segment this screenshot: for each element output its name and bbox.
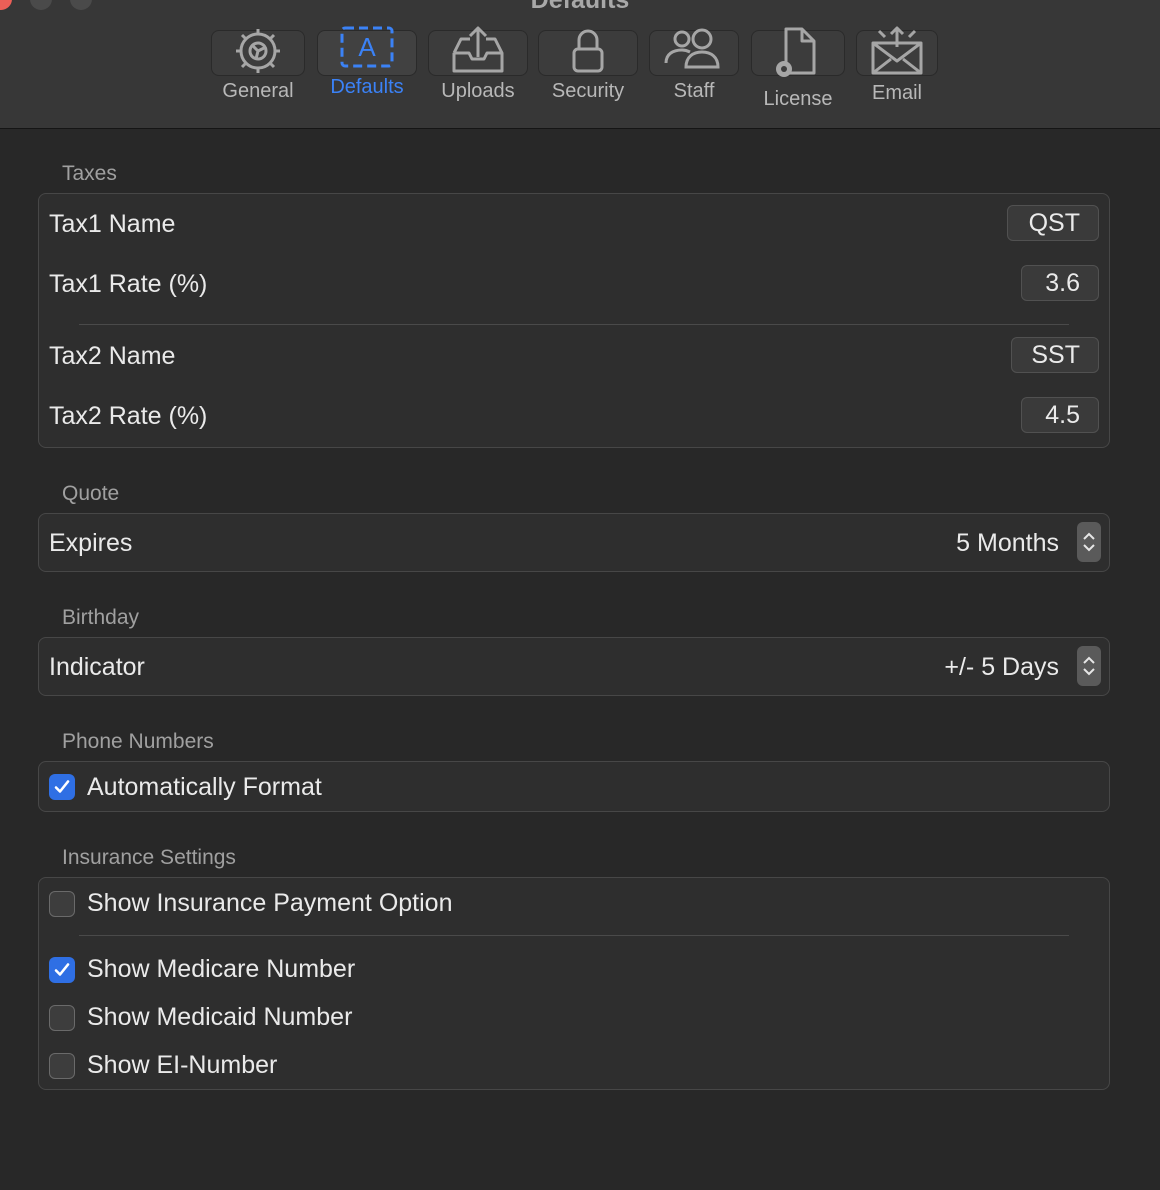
- preferences-toolbar: Defaults General A Defaults Uploads Secu…: [0, 0, 1160, 129]
- ei-number-checkbox[interactable]: [49, 1053, 75, 1079]
- text-box-icon: A: [340, 26, 394, 68]
- tab-staff[interactable]: Staff: [649, 28, 739, 126]
- insurance-group: Show Insurance Payment Option Show Medic…: [38, 877, 1110, 1090]
- tax2-name-label: Tax2 Name: [49, 342, 176, 370]
- tab-label: Staff: [673, 80, 715, 102]
- expires-stepper[interactable]: [1077, 522, 1101, 562]
- medicaid-number-checkbox[interactable]: [49, 1005, 75, 1031]
- section-title-insurance: Insurance Settings: [62, 846, 236, 869]
- tab-license[interactable]: License: [751, 27, 845, 126]
- quote-group: Expires 5 Months: [38, 513, 1110, 572]
- section-title-birthday: Birthday: [62, 606, 140, 629]
- insurance-payment-checkbox[interactable]: [49, 891, 75, 917]
- auto-format-label[interactable]: Automatically Format: [87, 773, 322, 802]
- tab-email[interactable]: Email: [856, 26, 938, 126]
- medicare-number-label[interactable]: Show Medicare Number: [87, 955, 355, 984]
- tab-label: Email: [871, 82, 922, 104]
- window-title: Defaults: [530, 0, 630, 14]
- tab-label: Uploads: [441, 80, 515, 102]
- tab-defaults[interactable]: A Defaults: [317, 26, 417, 126]
- phone-group: Automatically Format: [38, 761, 1110, 812]
- indicator-label: Indicator: [49, 653, 145, 681]
- tax1-name-label: Tax1 Name: [49, 210, 176, 238]
- indicator-value: +/- 5 Days: [944, 653, 1059, 681]
- divider: [79, 935, 1069, 936]
- gear-icon: [236, 29, 280, 73]
- expires-value: 5 Months: [956, 529, 1059, 557]
- expires-label: Expires: [49, 529, 133, 557]
- tax1-rate-field[interactable]: 3.6: [1021, 265, 1099, 301]
- people-icon: [664, 28, 720, 69]
- tab-label: General: [222, 80, 294, 102]
- section-title-taxes: Taxes: [62, 162, 117, 185]
- checkmark-icon: [54, 780, 70, 793]
- medicare-number-checkbox[interactable]: [49, 957, 75, 983]
- tax1-rate-label: Tax1 Rate (%): [49, 270, 208, 298]
- tab-uploads[interactable]: Uploads: [428, 26, 528, 126]
- svg-text:A: A: [358, 32, 376, 62]
- indicator-stepper[interactable]: [1077, 646, 1101, 686]
- birthday-group: Indicator +/- 5 Days: [38, 637, 1110, 696]
- checkmark-icon: [54, 963, 70, 976]
- section-title-quote: Quote: [62, 482, 120, 505]
- document-gear-icon: [776, 27, 816, 77]
- insurance-payment-label[interactable]: Show Insurance Payment Option: [87, 889, 452, 918]
- auto-format-checkbox[interactable]: [49, 774, 75, 800]
- tax2-rate-label: Tax2 Rate (%): [49, 402, 208, 430]
- chevron-up-icon[interactable]: [1082, 654, 1096, 666]
- chevron-down-icon[interactable]: [1082, 666, 1096, 678]
- upload-tray-icon: [452, 26, 504, 73]
- divider: [79, 324, 1069, 325]
- tab-security[interactable]: Security: [538, 29, 638, 126]
- section-title-phone-numbers: Phone Numbers: [62, 730, 214, 753]
- chevron-up-icon[interactable]: [1082, 530, 1096, 542]
- envelope-icon: [871, 26, 923, 75]
- tab-label: License: [763, 88, 833, 110]
- ei-number-label[interactable]: Show EI-Number: [87, 1051, 277, 1080]
- tax2-name-field[interactable]: SST: [1011, 337, 1099, 373]
- tab-general[interactable]: General: [211, 29, 305, 126]
- chevron-down-icon[interactable]: [1082, 542, 1096, 554]
- lock-icon: [572, 29, 604, 73]
- tax1-name-field[interactable]: QST: [1007, 205, 1099, 241]
- medicaid-number-label[interactable]: Show Medicaid Number: [87, 1003, 352, 1032]
- tab-label: Defaults: [330, 76, 404, 98]
- taxes-group: Tax1 Name QST Tax1 Rate (%) 3.6 Tax2 Nam…: [38, 193, 1110, 448]
- tax2-rate-field[interactable]: 4.5: [1021, 397, 1099, 433]
- tab-label: Security: [551, 80, 625, 102]
